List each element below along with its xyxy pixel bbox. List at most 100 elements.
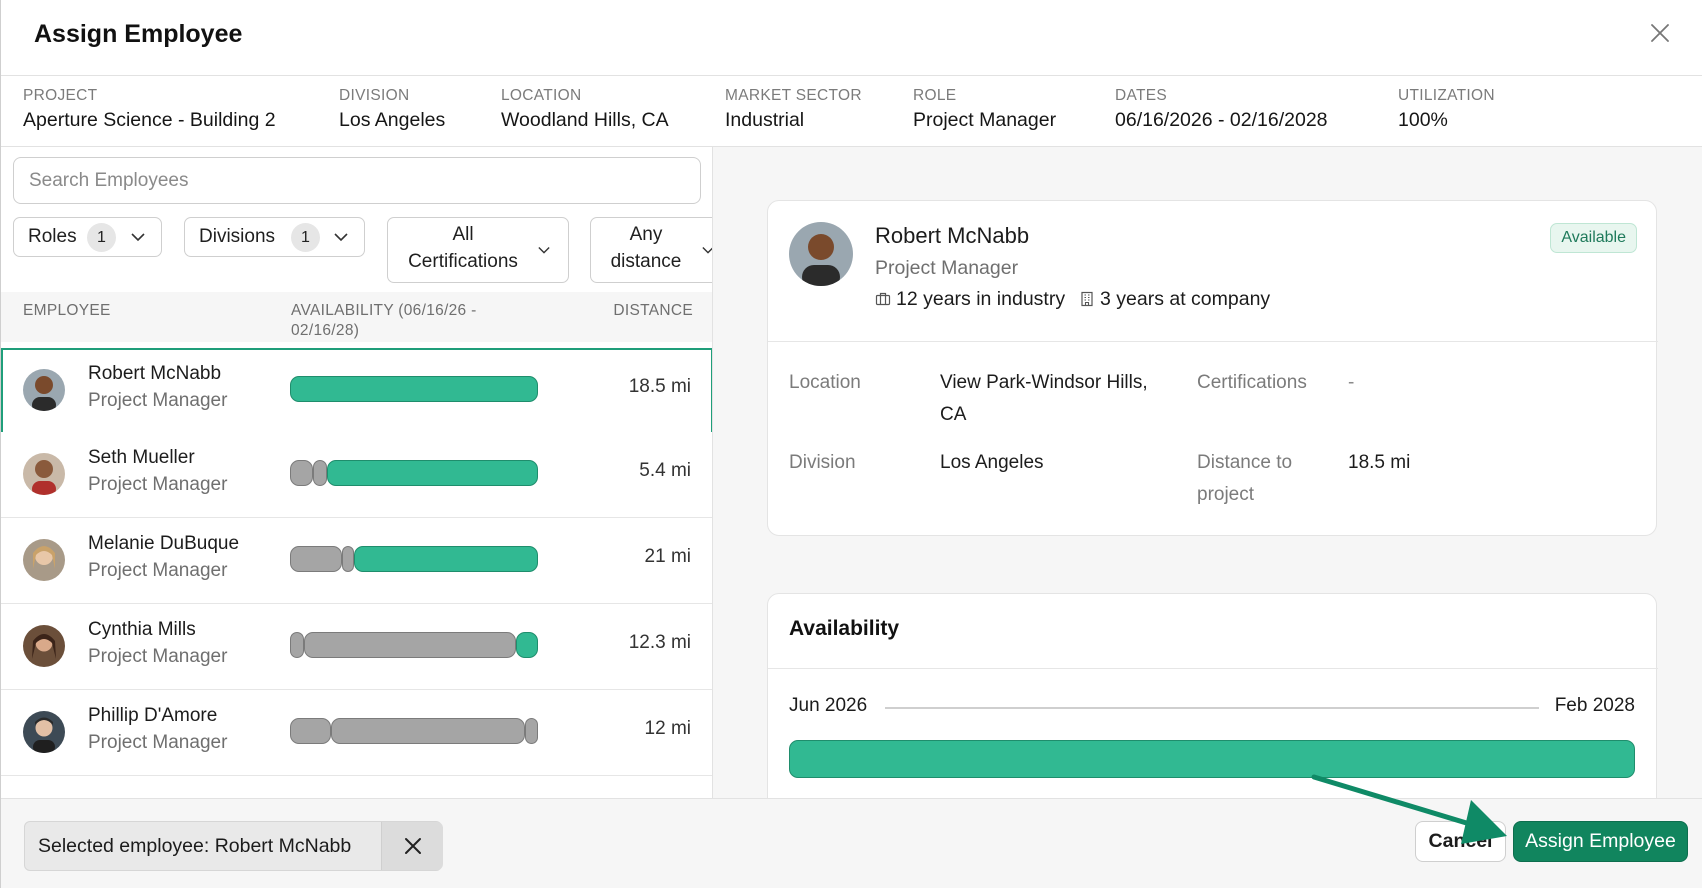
avatar bbox=[23, 539, 65, 581]
filter-label: All bbox=[452, 224, 474, 245]
divisions-filter[interactable]: Divisions 1 bbox=[184, 217, 365, 257]
meta-market-sector: MARKET SECTOR Industrial bbox=[725, 87, 862, 132]
certifications-value: - bbox=[1348, 372, 1355, 393]
column-header-employee: EMPLOYEE bbox=[23, 302, 111, 319]
meta-value: Industrial bbox=[725, 109, 805, 131]
dialog-footer: Selected employee: Robert McNabb Cancel … bbox=[1, 798, 1702, 888]
timeline-start: Jun 2026 bbox=[789, 695, 868, 716]
table-row[interactable]: Melanie DuBuque Project Manager 21 mi bbox=[1, 518, 712, 604]
table-header: EMPLOYEE AVAILABILITY (06/16/26 - 02/16/… bbox=[1, 292, 712, 342]
close-icon[interactable] bbox=[1649, 22, 1671, 44]
timeline-axis bbox=[885, 707, 1539, 709]
employee-list-pane: Roles 1 Divisions 1 All Certifications A… bbox=[1, 147, 713, 798]
filter-label: Divisions bbox=[199, 226, 276, 247]
employee-name: Robert McNabb bbox=[88, 363, 222, 384]
table-row[interactable]: Cynthia Mills Project Manager 12.3 mi bbox=[1, 604, 712, 690]
meta-label: PROJECT bbox=[23, 87, 98, 104]
availability-bar-unavailable bbox=[313, 460, 327, 486]
availability-bar-unavailable bbox=[290, 460, 313, 486]
column-header-distance: DISTANCE bbox=[613, 302, 693, 319]
employee-distance: 12 mi bbox=[644, 718, 691, 739]
meta-dates: DATES 06/16/2026 - 02/16/2028 bbox=[1115, 87, 1328, 132]
avatar bbox=[23, 711, 65, 753]
availability-header: Availability bbox=[768, 594, 1658, 669]
employee-distance: 18.5 mi bbox=[628, 376, 691, 397]
certifications-label: Certifications bbox=[1197, 372, 1307, 393]
timeline-end: Feb 2028 bbox=[1554, 695, 1635, 716]
availability-bar-unavailable bbox=[342, 546, 354, 572]
meta-value: Project Manager bbox=[913, 109, 1057, 131]
chevron-down-icon bbox=[702, 247, 712, 254]
selected-employee-chip: Selected employee: Robert McNabb bbox=[24, 821, 443, 871]
chevron-down-icon bbox=[131, 233, 145, 242]
industry-years: 12 years in industry bbox=[896, 288, 1066, 310]
company-years: 3 years at company bbox=[1100, 288, 1271, 310]
meta-value: Los Angeles bbox=[339, 109, 446, 131]
filter-count-badge: 1 bbox=[291, 223, 320, 252]
profile-header: Robert McNabb Project Manager 12 years i… bbox=[768, 201, 1658, 342]
employee-name: Seth Mueller bbox=[88, 447, 195, 468]
avatar bbox=[23, 369, 65, 411]
meta-value: 06/16/2026 - 02/16/2028 bbox=[1115, 109, 1328, 131]
division-value: Los Angeles bbox=[940, 452, 1044, 473]
meta-label: LOCATION bbox=[501, 87, 582, 104]
employee-role: Project Manager bbox=[88, 732, 228, 753]
employee-role: Project Manager bbox=[88, 474, 228, 495]
certifications-filter[interactable]: All Certifications bbox=[387, 217, 569, 283]
chevron-down-icon bbox=[538, 247, 550, 254]
division-label: Division bbox=[789, 452, 856, 473]
meta-label: UTILIZATION bbox=[1398, 87, 1495, 104]
meta-label: DIVISION bbox=[339, 87, 410, 104]
availability-card: Availability Jun 2026 Feb 2028 bbox=[767, 593, 1658, 798]
meta-project: PROJECT Aperture Science - Building 2 bbox=[23, 87, 276, 132]
building-icon bbox=[1081, 291, 1093, 307]
distance-filter[interactable]: Any distance bbox=[590, 217, 712, 283]
roles-filter[interactable]: Roles 1 bbox=[13, 217, 162, 257]
availability-bar-unavailable bbox=[525, 718, 538, 744]
availability-bar-available bbox=[290, 376, 538, 402]
column-header-availability-dates: 02/16/28) bbox=[291, 322, 360, 339]
employee-role: Project Manager bbox=[875, 257, 1019, 279]
briefcase-icon bbox=[875, 292, 891, 306]
employee-name: Melanie DuBuque bbox=[88, 533, 240, 554]
employee-role: Project Manager bbox=[88, 646, 228, 667]
meta-role: ROLE Project Manager bbox=[913, 87, 1056, 132]
column-header-availability: AVAILABILITY (06/16/26 - bbox=[291, 302, 477, 319]
project-meta: PROJECT Aperture Science - Building 2 DI… bbox=[1, 76, 1702, 147]
table-row[interactable]: Phillip D'Amore Project Manager 12 mi bbox=[1, 690, 712, 776]
close-icon bbox=[405, 838, 421, 854]
assign-employee-button[interactable]: Assign Employee bbox=[1513, 821, 1688, 862]
availability-bar-available bbox=[327, 460, 538, 486]
dialog-title: Assign Employee bbox=[34, 20, 243, 48]
search-input[interactable] bbox=[13, 157, 701, 204]
availability-bar-unavailable bbox=[290, 632, 304, 658]
company-tenure: 3 years at company bbox=[1079, 288, 1270, 311]
distance-label: Distance to bbox=[1197, 452, 1293, 473]
clear-selection-button[interactable] bbox=[381, 822, 443, 870]
meta-location: LOCATION Woodland Hills, CA bbox=[501, 87, 669, 132]
availability-bar-available bbox=[354, 546, 538, 572]
meta-value: 100% bbox=[1398, 109, 1448, 131]
availability-bar-unavailable bbox=[304, 632, 516, 658]
meta-utilization: UTILIZATION 100% bbox=[1398, 87, 1495, 132]
cancel-button[interactable]: Cancel bbox=[1415, 821, 1506, 862]
filter-count-badge: 1 bbox=[87, 223, 116, 252]
employee-role: Project Manager bbox=[88, 390, 228, 411]
table-row[interactable]: Robert McNabb Project Manager 18.5 mi bbox=[1, 348, 712, 434]
location-value: View Park-Windsor Hills, bbox=[940, 372, 1148, 393]
meta-label: DATES bbox=[1115, 87, 1168, 104]
table-row[interactable]: Seth Mueller Project Manager 5.4 mi bbox=[1, 432, 712, 518]
availability-bar-unavailable bbox=[290, 718, 331, 744]
meta-division: DIVISION Los Angeles bbox=[339, 87, 445, 132]
employee-name: Cynthia Mills bbox=[88, 619, 196, 640]
chevron-down-icon bbox=[334, 233, 348, 242]
employee-profile-card: Robert McNabb Project Manager 12 years i… bbox=[767, 200, 1658, 536]
meta-label: MARKET SECTOR bbox=[725, 87, 862, 104]
meta-label: ROLE bbox=[913, 87, 957, 104]
dialog-header: Assign Employee bbox=[1, 0, 1702, 76]
employee-distance: 21 mi bbox=[644, 546, 691, 567]
availability-timeline-bar bbox=[789, 740, 1635, 778]
employee-distance: 12.3 mi bbox=[628, 632, 691, 653]
meta-value: Woodland Hills, CA bbox=[501, 109, 669, 131]
avatar bbox=[23, 453, 65, 495]
